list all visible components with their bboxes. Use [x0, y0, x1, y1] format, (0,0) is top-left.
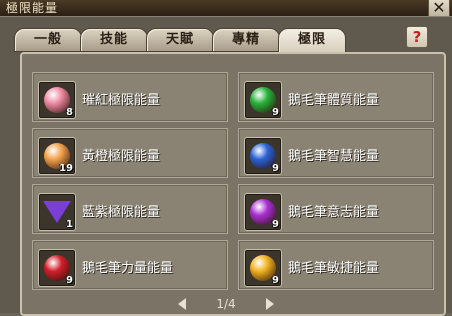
item-name: 黃橙極限能量 [82, 149, 161, 164]
tab-general[interactable]: 一般 [14, 28, 82, 52]
tab-bar: 一般 技能 天賦 專精 極限 [14, 28, 346, 53]
page-indicator: 1/4 [216, 297, 236, 311]
item-quantity: 8 [66, 107, 73, 118]
item-name: 璀紅極限能量 [82, 93, 161, 108]
item-name: 鵝毛筆智慧能量 [288, 149, 380, 164]
item-entry[interactable]: 9 鵝毛筆敏捷能量 [238, 240, 434, 290]
item-entry[interactable]: 1 藍紫極限能量 [32, 184, 228, 234]
help-button[interactable]: ? [406, 26, 428, 48]
item-name: 鵝毛筆體質能量 [288, 93, 380, 108]
title-bar[interactable]: 極限能量 ✕ [0, 0, 452, 19]
window-title: 極限能量 [6, 1, 59, 15]
item-entry[interactable]: 8 璀紅極限能量 [32, 72, 228, 122]
item-slot[interactable]: 19 [38, 137, 76, 175]
item-quantity: 9 [272, 219, 279, 230]
item-entry[interactable]: 19 黃橙極限能量 [32, 128, 228, 178]
tab-limit[interactable]: 極限 [278, 28, 346, 53]
item-slot[interactable]: 8 [38, 81, 76, 119]
item-slot[interactable]: 9 [244, 193, 282, 231]
item-quantity: 9 [272, 107, 279, 118]
item-quantity: 1 [66, 219, 73, 230]
pagination: 1/4 [178, 296, 274, 312]
item-name: 鵝毛筆敏捷能量 [288, 261, 380, 276]
item-name: 鵝毛筆力量能量 [82, 261, 174, 276]
prev-page-arrow-icon[interactable] [178, 298, 186, 310]
item-entry[interactable]: 9 鵝毛筆體質能量 [238, 72, 434, 122]
tab-talents[interactable]: 天賦 [146, 28, 214, 52]
item-slot[interactable]: 1 [38, 193, 76, 231]
tab-skills[interactable]: 技能 [80, 28, 148, 52]
item-name: 藍紫極限能量 [82, 205, 161, 220]
item-slot[interactable]: 9 [244, 249, 282, 287]
next-page-arrow-icon[interactable] [266, 298, 274, 310]
item-quantity: 19 [59, 163, 73, 174]
item-quantity: 9 [272, 163, 279, 174]
item-slot[interactable]: 9 [38, 249, 76, 287]
item-slot[interactable]: 9 [244, 137, 282, 175]
item-name: 鵝毛筆意志能量 [288, 205, 380, 220]
item-quantity: 9 [66, 275, 73, 286]
item-grid: 8 璀紅極限能量 9 鵝毛筆體質能量 19 黃橙極限能量 9 鵝毛筆智慧能量 1 藍紫極限能量 9 鵝… [32, 72, 434, 290]
tab-specialization[interactable]: 專精 [212, 28, 280, 52]
item-entry[interactable]: 9 鵝毛筆意志能量 [238, 184, 434, 234]
item-quantity: 9 [272, 275, 279, 286]
item-slot[interactable]: 9 [244, 81, 282, 119]
item-entry[interactable]: 9 鵝毛筆智慧能量 [238, 128, 434, 178]
item-entry[interactable]: 9 鵝毛筆力量能量 [32, 240, 228, 290]
item-panel: 8 璀紅極限能量 9 鵝毛筆體質能量 19 黃橙極限能量 9 鵝毛筆智慧能量 1 藍紫極限能量 9 鵝… [20, 52, 446, 316]
